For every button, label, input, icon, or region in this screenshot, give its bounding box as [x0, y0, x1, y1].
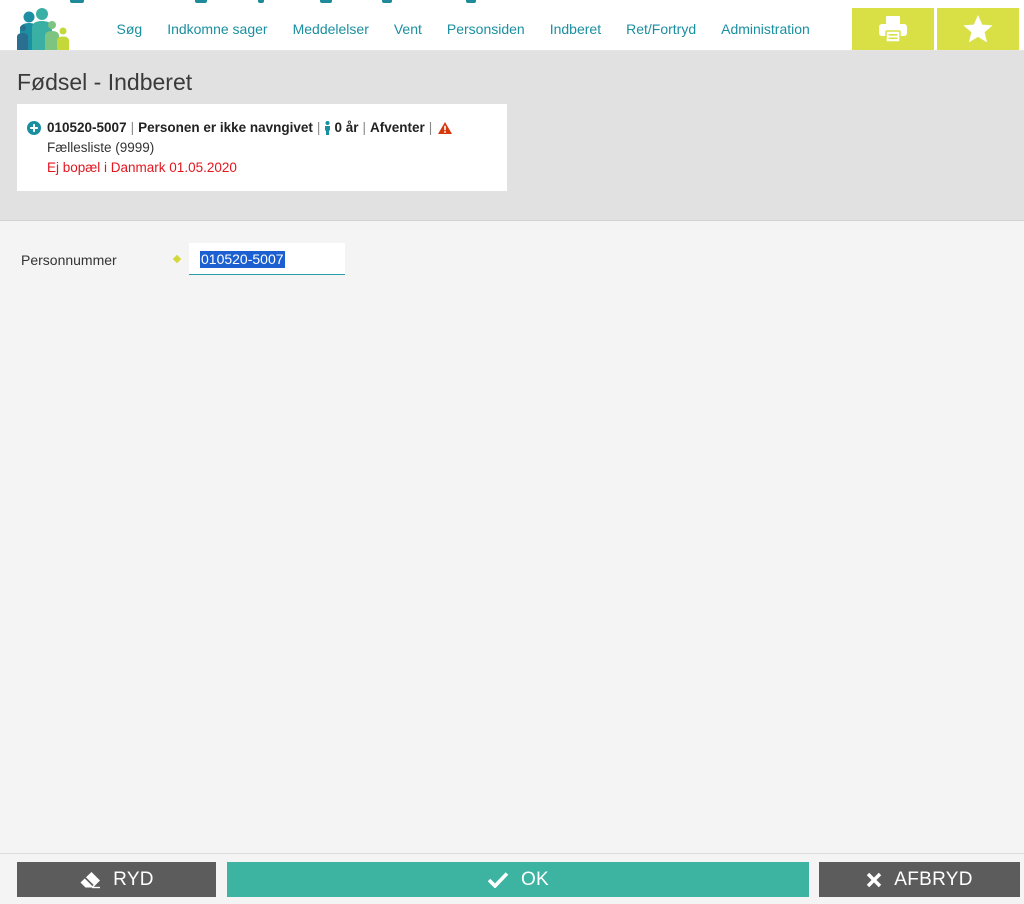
ok-button[interactable]: OK: [227, 862, 809, 897]
main-navbar: Søg Indkomne sager Meddelelser Vent Pers…: [0, 8, 1024, 51]
person-summary-card: 010520-5007 | Personen er ikke navngivet…: [17, 104, 507, 191]
person-summary-line: 010520-5007 | Personen er ikke navngivet…: [27, 120, 453, 135]
person-name: Personen er ikke navngivet: [138, 120, 313, 135]
cancel-button[interactable]: AFBRYD: [819, 862, 1020, 897]
star-icon: [963, 15, 993, 43]
page-title: Fødsel - Indberet: [17, 69, 193, 95]
nav-item-incoming-cases[interactable]: Indkomne sager: [167, 21, 267, 37]
cpr-field-label: Personnummer: [21, 252, 117, 268]
cancel-button-label: AFBRYD: [894, 868, 973, 890]
person-cpr: 010520-5007: [47, 120, 127, 135]
checkmark-icon: [487, 872, 509, 888]
person-warning-text: Ej bopæl i Danmark 01.05.2020: [47, 160, 237, 175]
required-marker-icon: [172, 254, 182, 264]
cpr-input[interactable]: 010520-5007: [189, 243, 345, 275]
close-icon: [867, 872, 882, 887]
page-header: Fødsel - Indberet 010520-5007 | Personen…: [0, 51, 1024, 221]
nav-item-person-page[interactable]: Personsiden: [447, 21, 525, 37]
nav-item-messages[interactable]: Meddelelser: [293, 21, 369, 37]
print-button[interactable]: [852, 8, 934, 50]
cpr-input-value[interactable]: 010520-5007: [200, 251, 285, 268]
app-logo[interactable]: [14, 8, 76, 50]
nav-menu: Søg Indkomne sager Meddelelser Vent Pers…: [104, 8, 822, 50]
print-icon: [879, 16, 907, 43]
nav-item-wait[interactable]: Vent: [394, 21, 422, 37]
clear-button[interactable]: RYD: [17, 862, 216, 897]
warning-icon: [438, 121, 453, 134]
nav-item-edit-undo[interactable]: Ret/Fortryd: [626, 21, 696, 37]
eraser-icon: [80, 871, 101, 888]
cpr-form-row: Personnummer 010520-5007: [0, 242, 1024, 276]
browser-toolbar-strip: [0, 0, 1024, 8]
person-age: 0 år: [334, 120, 359, 135]
favorite-button[interactable]: [937, 8, 1019, 50]
clear-button-label: RYD: [113, 868, 154, 890]
person-list: Fællesliste (9999): [47, 140, 155, 155]
person-gender-icon: [325, 120, 331, 135]
expand-plus-icon[interactable]: [27, 120, 41, 135]
person-status: Afventer: [369, 120, 425, 135]
nav-item-administration[interactable]: Administration: [721, 21, 810, 37]
nav-item-search[interactable]: Søg: [117, 21, 143, 37]
ok-button-label: OK: [520, 868, 550, 890]
action-footer: RYD OK AFBRYD: [0, 853, 1024, 904]
nav-item-report[interactable]: Indberet: [550, 21, 601, 37]
